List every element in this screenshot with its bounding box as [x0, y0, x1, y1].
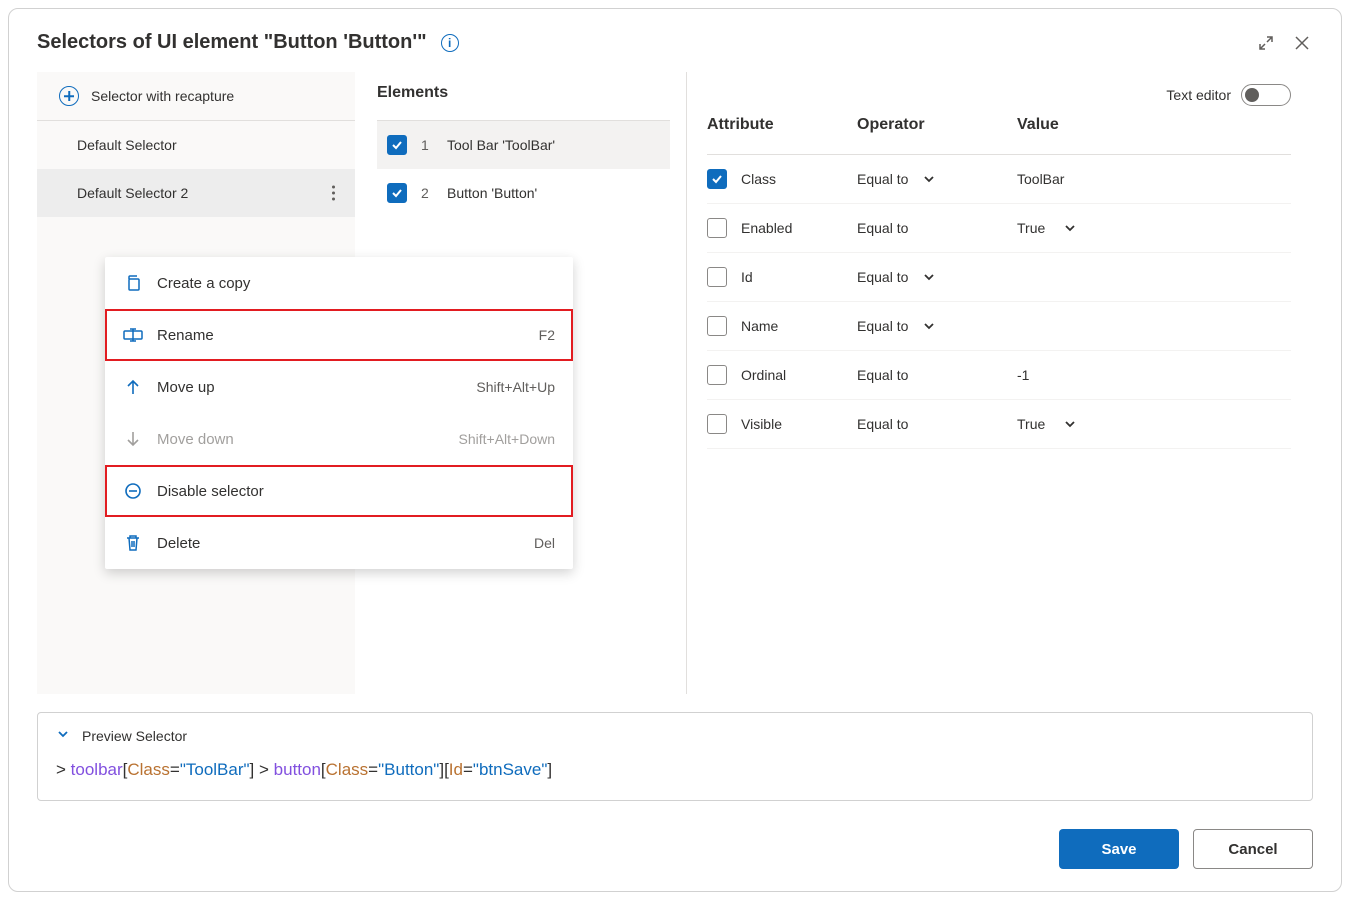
- attribute-checkbox[interactable]: [707, 218, 727, 238]
- disable-icon: [123, 481, 143, 501]
- attribute-name: Class: [741, 171, 776, 187]
- value-cell[interactable]: ToolBar: [1017, 171, 1291, 187]
- attribute-name: Visible: [741, 416, 782, 432]
- cancel-button[interactable]: Cancel: [1193, 829, 1313, 869]
- value-cell[interactable]: -1: [1017, 367, 1291, 383]
- element-row[interactable]: 1 Tool Bar 'ToolBar': [377, 121, 670, 169]
- trash-icon: [123, 533, 143, 553]
- attribute-name: Ordinal: [741, 367, 786, 383]
- elements-heading: Elements: [377, 84, 448, 102]
- ctx-move-down: Move down Shift+Alt+Down: [105, 413, 573, 465]
- operator-dropdown[interactable]: Equal to: [857, 416, 1017, 432]
- attribute-name: Enabled: [741, 220, 792, 236]
- attribute-row: Enabled Equal toTrue: [707, 204, 1291, 253]
- operator-dropdown[interactable]: Equal to: [857, 220, 1017, 236]
- recapture-label: Selector with recapture: [91, 88, 234, 104]
- ctx-rename[interactable]: Rename F2: [105, 309, 573, 361]
- attributes-panel: Text editor Attribute Operator Value Cla…: [687, 72, 1291, 694]
- attribute-name: Id: [741, 269, 753, 285]
- selector-list-item[interactable]: Default Selector: [37, 121, 355, 169]
- text-editor-label: Text editor: [1166, 87, 1231, 103]
- dialog-header: Selectors of UI element "Button 'Button'…: [37, 31, 1313, 72]
- selector-context-menu: Create a copy Rename F2 Move up Shift+Al…: [105, 257, 573, 569]
- value-cell[interactable]: True: [1017, 220, 1291, 236]
- attribute-row: Id Equal to: [707, 253, 1291, 302]
- attribute-row: Ordinal Equal to-1: [707, 351, 1291, 400]
- ctx-move-up[interactable]: Move up Shift+Alt+Up: [105, 361, 573, 413]
- ctx-disable-selector[interactable]: Disable selector: [105, 465, 573, 517]
- element-checkbox[interactable]: [387, 135, 407, 155]
- plus-circle-icon: [59, 86, 79, 106]
- attribute-checkbox[interactable]: [707, 365, 727, 385]
- col-value: Value: [1017, 116, 1291, 134]
- col-attribute: Attribute: [707, 116, 857, 134]
- expand-icon[interactable]: [1255, 32, 1277, 54]
- dialog-footer: Save Cancel: [37, 829, 1313, 869]
- preview-selector-string: > toolbar[Class="ToolBar"] > button[Clas…: [56, 760, 1294, 780]
- arrow-up-icon: [123, 377, 143, 397]
- selector-item-label: Default Selector 2: [77, 185, 188, 201]
- chevron-down-icon: [1063, 417, 1077, 431]
- attribute-checkbox[interactable]: [707, 316, 727, 336]
- copy-icon: [123, 273, 143, 293]
- operator-dropdown[interactable]: Equal to: [857, 269, 1017, 285]
- selector-builder-dialog: Selectors of UI element "Button 'Button'…: [8, 8, 1342, 892]
- selector-with-recapture-button[interactable]: Selector with recapture: [37, 72, 355, 121]
- col-operator: Operator: [857, 116, 1017, 134]
- attribute-row: Name Equal to: [707, 302, 1291, 351]
- attribute-row: Visible Equal toTrue: [707, 400, 1291, 449]
- dialog-title: Selectors of UI element "Button 'Button'…: [37, 31, 427, 54]
- chevron-down-icon: [922, 270, 936, 284]
- info-icon[interactable]: i: [441, 34, 459, 52]
- value-cell[interactable]: True: [1017, 416, 1291, 432]
- element-label: Tool Bar 'ToolBar': [447, 137, 555, 153]
- ctx-delete[interactable]: Delete Del: [105, 517, 573, 569]
- chevron-down-icon: [922, 319, 936, 333]
- preview-heading: Preview Selector: [82, 728, 187, 744]
- chevron-down-icon: [1063, 221, 1077, 235]
- rename-icon: [123, 325, 143, 345]
- element-row[interactable]: 2 Button 'Button': [377, 169, 670, 217]
- chevron-down-icon[interactable]: [56, 727, 70, 744]
- preview-selector-box: Preview Selector > toolbar[Class="ToolBa…: [37, 712, 1313, 801]
- close-icon[interactable]: [1291, 32, 1313, 54]
- arrow-down-icon: [123, 429, 143, 449]
- attribute-checkbox[interactable]: [707, 267, 727, 287]
- attribute-row: Class Equal toToolBar: [707, 155, 1291, 204]
- element-index: 2: [421, 185, 433, 201]
- save-button[interactable]: Save: [1059, 829, 1179, 869]
- attribute-checkbox[interactable]: [707, 414, 727, 434]
- attribute-name: Name: [741, 318, 778, 334]
- element-label: Button 'Button': [447, 185, 537, 201]
- selector-item-label: Default Selector: [77, 137, 177, 153]
- ctx-create-copy[interactable]: Create a copy: [105, 257, 573, 309]
- text-editor-toggle[interactable]: [1241, 84, 1291, 106]
- element-index: 1: [421, 137, 433, 153]
- chevron-down-icon: [922, 172, 936, 186]
- operator-dropdown[interactable]: Equal to: [857, 367, 1017, 383]
- selector-list-item[interactable]: Default Selector 2: [37, 169, 355, 217]
- operator-dropdown[interactable]: Equal to: [857, 318, 1017, 334]
- operator-dropdown[interactable]: Equal to: [857, 171, 1017, 187]
- element-checkbox[interactable]: [387, 183, 407, 203]
- more-options-icon[interactable]: [328, 182, 339, 205]
- attribute-checkbox[interactable]: [707, 169, 727, 189]
